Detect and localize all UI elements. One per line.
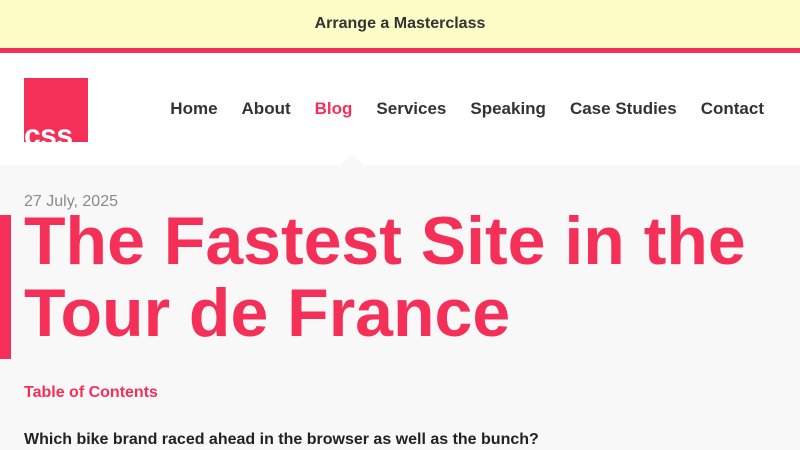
active-nav-pointer — [340, 154, 364, 165]
post-lead: Which bike brand raced ahead in the brow… — [24, 431, 539, 448]
post-title: The Fastest Site in the Tour de France — [24, 203, 746, 351]
nav-item-contact[interactable]: Contact — [701, 99, 764, 119]
main-nav: Home About Blog Services Speaking Case S… — [170, 53, 764, 165]
site-logo[interactable]: css — [24, 78, 88, 142]
site-header: css Home About Blog Services Speaking Ca… — [0, 53, 800, 165]
nav-item-about[interactable]: About — [242, 99, 291, 119]
nav-item-services[interactable]: Services — [376, 99, 446, 119]
top-banner: Arrange a Masterclass — [0, 0, 800, 48]
masterclass-banner-link[interactable]: Arrange a Masterclass — [315, 15, 486, 33]
nav-item-case-studies[interactable]: Case Studies — [570, 99, 677, 119]
logo-text: css — [24, 119, 73, 143]
table-of-contents-link[interactable]: Table of Contents — [24, 384, 158, 402]
nav-item-blog[interactable]: Blog — [315, 99, 353, 119]
title-accent-bar — [0, 215, 11, 359]
nav-item-speaking[interactable]: Speaking — [470, 99, 546, 119]
post-main: 27 July, 2025 The Fastest Site in the To… — [0, 165, 800, 450]
nav-item-home[interactable]: Home — [170, 99, 217, 119]
